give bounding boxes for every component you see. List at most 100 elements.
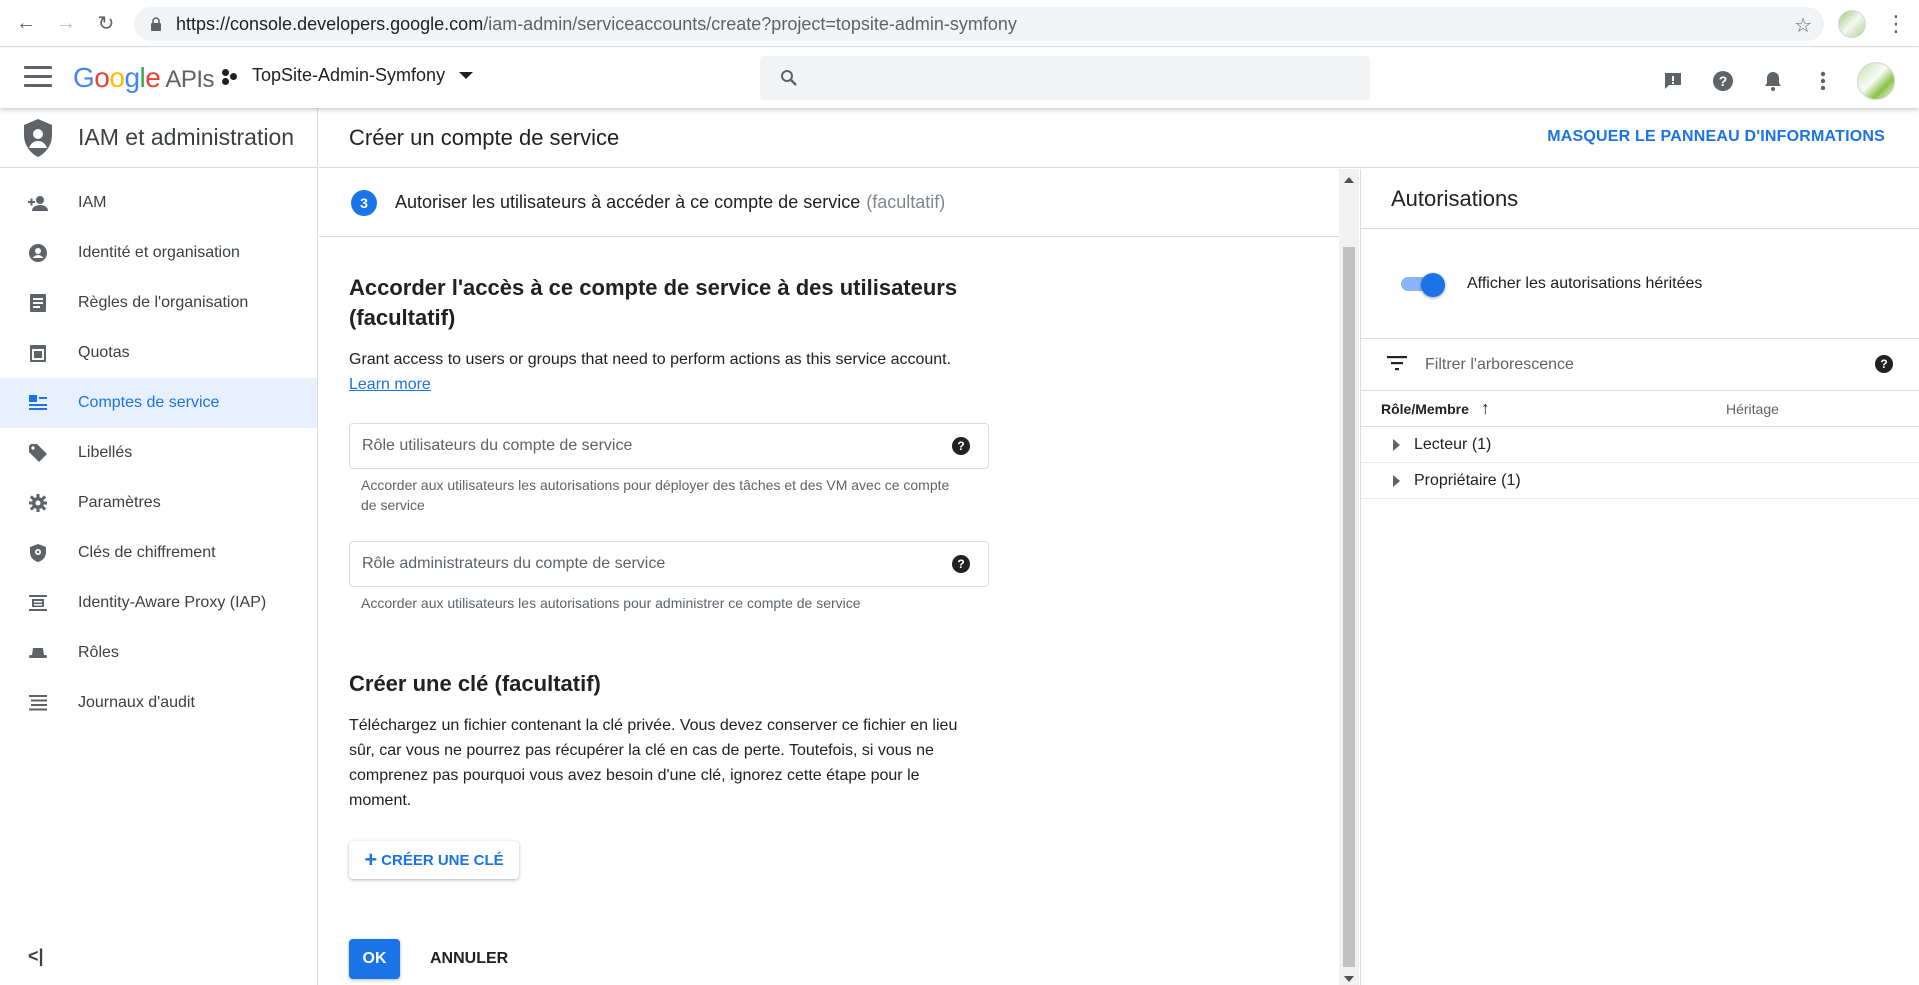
feedback-icon[interactable] — [1657, 65, 1689, 97]
step-number-badge: 3 — [351, 189, 377, 216]
grant-access-description: Grant access to users or groups that nee… — [349, 347, 989, 397]
reload-icon[interactable]: ↻ — [92, 9, 120, 37]
role-member-column-header[interactable]: Rôle/Membre ↑ — [1381, 398, 1490, 419]
sidebar-item-label: Identité et organisation — [78, 244, 240, 261]
create-key-title: Créer une clé (facultatif) — [349, 671, 601, 696]
account-avatar[interactable] — [1857, 62, 1895, 100]
users-role-hint: Accorder aux utilisateurs les autorisati… — [361, 477, 950, 513]
hide-info-panel-button[interactable]: MASQUER LE PANNEAU D'INFORMATIONS — [1547, 128, 1885, 146]
tree-row[interactable]: Propriétaire (1) — [1361, 463, 1919, 499]
ok-button[interactable]: OK — [349, 939, 400, 979]
sidebar-item-label: Journaux d'audit — [78, 694, 195, 711]
profile-avatar[interactable] — [1838, 10, 1866, 38]
gear-icon — [28, 493, 48, 513]
forward-arrow-icon[interactable]: → — [52, 9, 80, 37]
plus-icon: + — [364, 847, 378, 872]
cancel-button[interactable]: ANNULER — [430, 950, 508, 968]
url-host: https://console.developers.google.com — [176, 13, 484, 34]
back-arrow-icon[interactable]: ← — [12, 9, 40, 37]
sidebar-title: IAM et administration — [78, 124, 295, 150]
inherited-permissions-toggle[interactable] — [1401, 272, 1445, 297]
scrollbar-thumb[interactable] — [1343, 247, 1355, 967]
info-panel: Autorisations Afficher les autorisations… — [1360, 169, 1919, 985]
search-input[interactable] — [760, 56, 1370, 100]
filter-tree-row: ? — [1361, 339, 1919, 391]
inheritance-column-header: Héritage — [1726, 400, 1779, 417]
url-path: /iam-admin/serviceaccounts/create?projec… — [483, 13, 1017, 34]
help-icon[interactable]: ? — [952, 437, 970, 455]
sidebar-item-label: Identity-Aware Proxy (IAP) — [78, 594, 267, 611]
sidebar-item-labels[interactable]: Libellés — [0, 428, 317, 478]
sort-arrow-up-icon: ↑ — [1480, 398, 1490, 418]
sidebar-item-iap[interactable]: Identity-Aware Proxy (IAP) — [0, 578, 317, 628]
sidebar-item-label: Rôles — [78, 644, 119, 661]
hamburger-menu-icon[interactable] — [24, 66, 52, 90]
sidebar-item-iam[interactable]: IAM — [0, 178, 317, 228]
info-panel-header: Autorisations — [1361, 169, 1919, 229]
create-key-button-label: CRÉER UNE CLÉ — [381, 851, 504, 869]
step-header: 3 Autoriser les utilisateurs à accéder à… — [319, 169, 1339, 237]
sidebar-item-quotas[interactable]: Quotas — [0, 328, 317, 378]
browser-menu-icon[interactable]: ⋮ — [1884, 10, 1908, 38]
sidebar-header: IAM et administration — [0, 108, 317, 168]
tag-icon — [28, 443, 48, 463]
expand-arrow-icon[interactable] — [1393, 438, 1400, 451]
step-content: Accorder l'accès à ce compte de service … — [319, 273, 1339, 979]
role-member-header-text: Rôle/Membre — [1381, 400, 1469, 417]
bell-icon[interactable] — [1757, 65, 1789, 97]
sidebar-item-settings[interactable]: Paramètres — [0, 478, 317, 528]
create-key-button[interactable]: + CRÉER UNE CLÉ — [349, 841, 519, 879]
sidebar-item-service-accounts[interactable]: Comptes de service — [0, 378, 317, 428]
project-name: TopSite-Admin-Symfony — [252, 65, 446, 85]
address-bar[interactable]: https://console.developers.google.com/ia… — [134, 7, 1824, 41]
logo-letter: e — [145, 62, 161, 93]
service-account-icon — [28, 393, 48, 413]
learn-more-link[interactable]: Learn more — [349, 376, 431, 393]
hat-icon — [28, 643, 48, 663]
document-icon — [28, 293, 48, 313]
expand-arrow-icon[interactable] — [1393, 474, 1400, 487]
collapse-sidebar-icon[interactable]: <| — [28, 946, 44, 967]
sidebar-item-audit-logs[interactable]: Journaux d'audit — [0, 678, 317, 728]
account-circle-icon — [28, 243, 48, 263]
project-selector[interactable]: TopSite-Admin-Symfony — [222, 65, 474, 86]
grant-access-title: Accorder l'accès à ce compte de service … — [349, 275, 958, 330]
service-account-users-role-input[interactable] — [362, 437, 922, 455]
star-icon[interactable]: ☆ — [1794, 13, 1812, 38]
calendar-icon — [28, 343, 48, 363]
sidebar-item-label: Comptes de service — [78, 394, 220, 411]
sidebar-item-encryption-keys[interactable]: Clés de chiffrement — [0, 528, 317, 578]
main-scrollbar[interactable] — [1339, 169, 1359, 985]
url-text: https://console.developers.google.com/ia… — [176, 14, 1017, 35]
list-icon — [28, 693, 48, 713]
sidebar-item-label: IAM — [78, 194, 107, 211]
sidebar-item-org-policies[interactable]: Règles de l'organisation — [0, 278, 317, 328]
permissions-table-header: Rôle/Membre ↑ Héritage — [1361, 391, 1919, 427]
more-vert-icon[interactable] — [1807, 65, 1839, 97]
service-account-admins-role-input[interactable] — [362, 555, 922, 573]
scroll-down-icon[interactable] — [1344, 976, 1354, 982]
inherited-permissions-label: Afficher les autorisations héritées — [1467, 274, 1703, 292]
security-shield-icon — [28, 543, 48, 563]
service-account-users-role-field[interactable]: ? — [349, 423, 989, 469]
scroll-up-icon[interactable] — [1344, 177, 1354, 183]
google-apis-logo[interactable]: Google APIs — [73, 62, 215, 94]
page-title: Créer un compte de service — [349, 124, 620, 150]
iap-icon — [28, 593, 48, 613]
admins-role-hint: Accorder aux utilisateurs les autorisati… — [361, 595, 861, 611]
sidebar-item-identity[interactable]: Identité et organisation — [0, 228, 317, 278]
tree-row[interactable]: Lecteur (1) — [1361, 427, 1919, 463]
help-icon[interactable]: ? — [1707, 65, 1739, 97]
grant-access-desc-text: Grant access to users or groups that nee… — [349, 351, 952, 368]
page-title-bar: Créer un compte de service MASQUER LE PA… — [319, 108, 1919, 168]
step-title-text: Autoriser les utilisateurs à accéder à c… — [395, 192, 861, 212]
sidebar-item-roles[interactable]: Rôles — [0, 628, 317, 678]
lock-icon — [150, 17, 164, 31]
help-icon[interactable]: ? — [952, 555, 970, 573]
toggle-knob — [1421, 272, 1445, 297]
service-account-admins-role-field[interactable]: ? — [349, 541, 989, 587]
help-icon[interactable]: ? — [1875, 355, 1893, 373]
filter-tree-input[interactable] — [1425, 355, 1845, 374]
filter-icon — [1387, 355, 1407, 375]
main-content: 3 Autoriser les utilisateurs à accéder à… — [319, 169, 1339, 985]
